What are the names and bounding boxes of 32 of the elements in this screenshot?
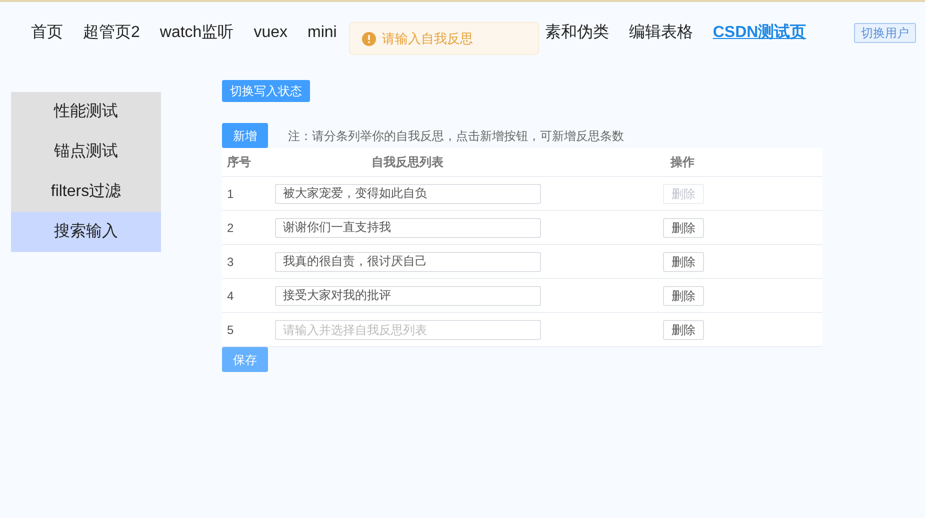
- nav-link[interactable]: 编辑表格: [628, 21, 693, 45]
- warning-icon: [362, 32, 376, 46]
- delete-button[interactable]: 删除: [663, 286, 704, 306]
- input-field[interactable]: 被大家宠爱，变得如此自负: [275, 184, 541, 204]
- table-cell-text: 5: [226, 322, 235, 338]
- table-cell-text: 4: [226, 288, 235, 304]
- sidebar-item[interactable]: 锚点测试: [11, 132, 161, 172]
- nav-link[interactable]: 超管页2: [83, 21, 140, 45]
- input-field[interactable]: 谢谢你们一直支持我: [275, 218, 541, 238]
- delete-button[interactable]: 删除: [663, 320, 704, 340]
- input-field[interactable]: 接受大家对我的批评: [275, 286, 541, 306]
- column-header: 操作: [669, 154, 696, 171]
- delete-button[interactable]: 删除: [663, 252, 704, 272]
- table-cell-text: 3: [226, 254, 235, 270]
- sidebar-item[interactable]: 性能测试: [11, 92, 161, 132]
- nav-link[interactable]: mini: [308, 21, 337, 45]
- table-cell-text: 1: [226, 186, 235, 202]
- nav-link[interactable]: 首页: [31, 21, 63, 45]
- delete-button[interactable]: 删除: [663, 218, 704, 238]
- column-header: 序号: [226, 154, 252, 171]
- table-cell-text: 2: [226, 220, 235, 236]
- note-text: 注：请分条列举你的自我反思，点击新增按钮，可新增反思条数: [288, 128, 624, 144]
- sidebar-item[interactable]: filters过滤: [11, 172, 161, 212]
- input-field[interactable]: 我真的很自责，很讨厌自己: [275, 252, 541, 272]
- input-field[interactable]: 请输入并选择自我反思列表: [275, 320, 541, 340]
- column-header: 自我反思列表: [370, 154, 444, 171]
- nav-link[interactable]: CSDN测试页: [712, 21, 806, 45]
- nav-link[interactable]: vuex: [254, 21, 288, 45]
- sidebar-item[interactable]: 搜索输入: [11, 212, 161, 252]
- toast-message: 请输入自我反思: [382, 30, 473, 48]
- nav-link[interactable]: watch监听: [160, 21, 234, 45]
- nav-link[interactable]: 素和伪类: [544, 21, 609, 45]
